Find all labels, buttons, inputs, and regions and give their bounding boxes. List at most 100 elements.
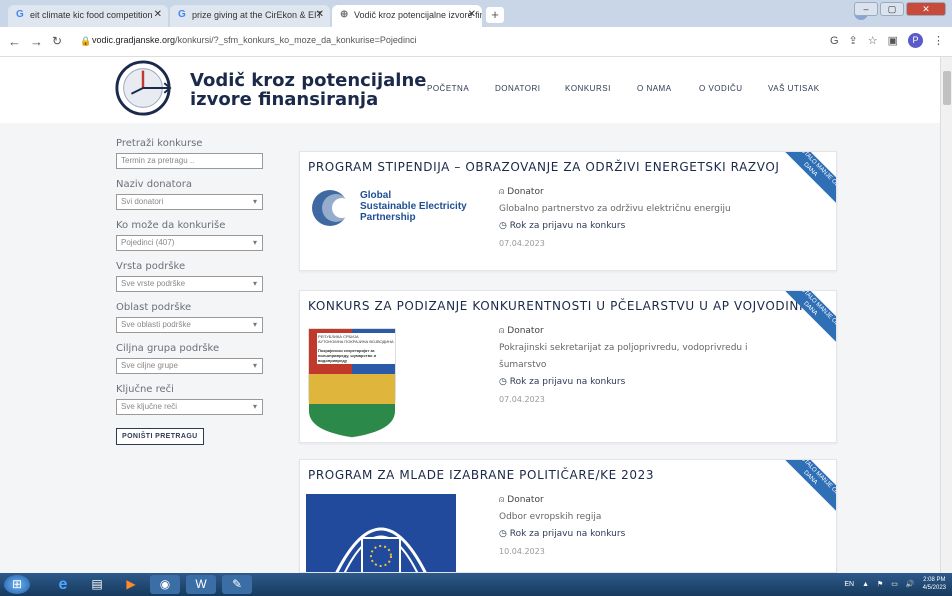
google-lens-icon[interactable]: G [830,35,839,47]
deadline-row: ◷ Rok za prijavu na konkurs [499,218,731,235]
media-player-icon[interactable]: ▶ [120,575,142,594]
show-hidden-icons-icon[interactable]: ▲ [862,581,869,588]
deadline-ribbon: PREOSTALO MANJE OD 7 DANA [774,460,836,522]
tab-label: eit climate kic food competition [30,10,153,20]
browser-tab[interactable]: G prize giving at the CirEkon & EIT ✕ [170,5,330,27]
forward-arrow-icon[interactable]: → [30,34,43,49]
deadline-date: 07.04.2023 [499,239,545,248]
browser-tab-strip: G eit climate kic food competition ✕ G p… [0,0,952,27]
eu-committee-regions-logo-icon [306,494,456,572]
nav-donatori[interactable]: DONATORI [495,84,540,93]
close-window-button[interactable]: ✕ [906,2,946,16]
flag-icon[interactable]: ⚑ [877,580,883,588]
page-scrollbar[interactable] [940,57,952,573]
bookmark-star-icon[interactable]: ☆ [868,34,878,47]
system-clock[interactable]: 2:08 PM 4/5/2023 [923,576,946,592]
deadline-row: ◷ Rok za prijavu na konkurs [499,374,759,391]
ribbon-text: PREOSTALO MANJE OD 7 DANA [774,460,836,514]
donor-name: Pokrajinski sekretarijat za poljoprivred… [499,343,748,370]
grant-title[interactable]: KONKURS ZA PODIZANJE KONKURENTNOSTI U PČ… [308,299,803,313]
window-controls: – ▢ ✕ [854,2,946,20]
browser-tab-active[interactable]: ⊕ Vodič kroz potencijalne izvore fin ✕ [332,5,482,27]
donor-name: Globalno partnerstvo za održivu električ… [499,204,731,214]
grant-meta: ⍝ Donator Globalno partnerstvo za održiv… [499,184,731,252]
back-arrow-icon[interactable]: ← [8,34,21,49]
clock-date: 4/5/2023 [922,585,946,591]
gsep-logo-line: Global [360,190,392,201]
donor-select[interactable]: Svi donatori [116,194,263,210]
eligibility-select[interactable]: Pojedinci (407) [116,235,263,251]
support-area-label: Oblast podrške [116,302,192,313]
clock-icon: ◷ [499,529,510,539]
new-tab-button[interactable]: + [486,7,504,23]
start-button-icon[interactable]: ⊞ [4,575,30,594]
gsep-logo-text: Global Sustainable Electricity Partnersh… [360,190,467,223]
kebab-menu-icon[interactable]: ⋮ [933,34,944,47]
donor-row: ⍝ Donator [499,184,731,201]
gsep-logo-line: Partnership [360,212,416,223]
keywords-select[interactable]: Sve ključne reči [116,399,263,415]
browser-tab[interactable]: G eit climate kic food competition ✕ [8,5,168,27]
internet-explorer-icon[interactable]: e [52,575,74,594]
grant-title[interactable]: PROGRAM ZA MLADE IZABRANE POLITIČARE/KE … [308,468,654,482]
profile-avatar[interactable]: P [908,33,923,48]
minimize-button[interactable]: – [854,2,878,16]
nav-pocetna[interactable]: POČETNA [427,84,469,93]
target-group-label: Ciljna grupa podrške [116,343,220,354]
nav-o-nama[interactable]: O NAMA [637,84,672,93]
search-label: Pretraži konkurse [116,138,203,149]
deadline-ribbon: PREOSTALO MANJE OD 7 DANA [774,291,836,353]
site-logo-text[interactable]: Vodič kroz potencijalne izvore finansira… [190,71,427,109]
tab-label: Vodič kroz potencijalne izvore fin [354,10,482,20]
paint-icon[interactable]: ✎ [222,575,252,594]
close-tab-icon[interactable]: ✕ [154,9,162,20]
windows-taskbar: ⊞ e ▤ ▶ ◉ W ✎ EN ▲ ⚑ ▭ 🔊 2:08 PM 4/5/202… [0,573,952,596]
grant-title[interactable]: PROGRAM STIPENDIJA – OBRAZOVANJE ZA ODRŽ… [308,160,780,174]
word-icon[interactable]: W [186,575,216,594]
maximize-button[interactable]: ▢ [880,2,904,16]
side-panel-icon[interactable]: ▣ [888,34,898,47]
gsep-globe-logo-icon [312,190,352,226]
keywords-label: Ključne reči [116,384,174,395]
deadline-label: Rok za prijavu na konkurs [509,221,626,231]
support-type-select[interactable]: Sve vrste podrške [116,276,263,292]
grant-meta: ⍝ Donator Pokrajinski sekretarijat za po… [499,323,759,408]
deadline-row: ◷ Rok za prijavu na konkurs [499,526,625,543]
donor-name: Odbor evropskih regija [499,512,602,522]
deadline-date: 10.04.2023 [499,547,545,556]
logo-line2: izvore finansiranja [190,89,379,110]
chrome-taskbar-icon[interactable]: ◉ [150,575,180,594]
url-field[interactable]: vodic.gradjanske.org/konkursi/?_sfm_konk… [92,35,416,45]
network-icon[interactable]: ▭ [891,580,898,588]
volume-icon[interactable]: 🔊 [906,580,915,588]
nav-o-vodicu[interactable]: O VODIČU [699,84,743,93]
secretariat-logo-text: РЕПУБЛИКА СРБИЈА АУТОНОМНА ПОКРАЈИНА ВОЈ… [317,333,395,364]
google-icon: G [178,9,186,20]
file-explorer-icon[interactable]: ▤ [86,575,108,594]
lock-icon: 🔒 [80,36,92,46]
clock-icon: ◷ [499,377,510,387]
deadline-ribbon: PREOSTALO MANJE OD 7 DANA [774,152,836,214]
share-icon[interactable]: ⇪ [849,34,858,47]
support-area-select[interactable]: Sve oblasti podrške [116,317,263,333]
filter-sidebar: Pretraži konkurse Termin za pretragu .. … [116,138,276,445]
site-favicon-icon: ⊕ [340,9,349,20]
site-logo-clock-icon[interactable] [114,59,172,117]
scrollbar-thumb[interactable] [943,71,951,105]
nav-vas-utisak[interactable]: VAŠ UTISAK [768,84,820,93]
search-input[interactable]: Termin za pretragu .. [116,153,263,169]
nav-konkursi[interactable]: KONKURSI [565,84,611,93]
target-group-select[interactable]: Sve ciljne grupe [116,358,263,374]
grant-card: KONKURS ZA PODIZANJE KONKURENTNOSTI U PČ… [299,290,837,443]
support-type-label: Vrsta podrške [116,261,186,272]
deadline-date: 07.04.2023 [499,395,545,404]
reload-icon[interactable]: ↻ [52,34,62,48]
close-tab-icon[interactable]: ✕ [468,9,476,20]
close-tab-icon[interactable]: ✕ [316,9,324,20]
clock-time: 2:08 PM [923,577,946,583]
ribbon-text: PREOSTALO MANJE OD 7 DANA [774,291,836,345]
language-indicator[interactable]: EN [844,581,854,588]
reset-search-button[interactable]: PONIŠTI PRETRAGU [116,428,204,445]
donor-filter-label: Naziv donatora [116,179,192,190]
logo-line1: Vodič kroz potencijalne [190,70,427,91]
